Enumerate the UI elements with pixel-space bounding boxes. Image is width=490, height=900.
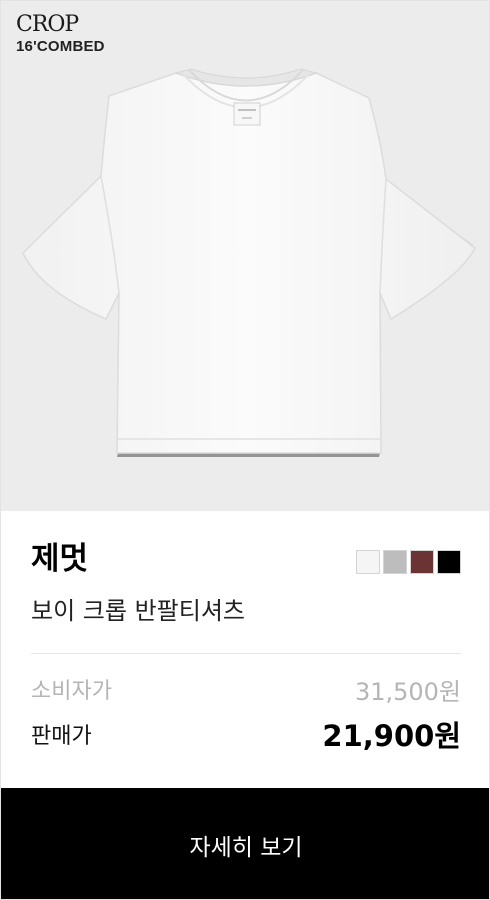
white-tshirt-image[interactable] (1, 1, 490, 511)
color-swatch-white[interactable] (356, 550, 380, 574)
sale-price-value: 21,900원 (322, 719, 461, 753)
color-swatch-brown[interactable] (410, 550, 434, 574)
product-brand: 제멋 (31, 541, 89, 577)
product-image-area[interactable]: CROP 16'COMBED (1, 1, 490, 511)
view-details-button[interactable]: 자세히 보기 (1, 788, 489, 899)
brand-logo-text: CROP (16, 12, 79, 37)
retail-price-value: 31,500원 (354, 677, 461, 706)
color-swatches (356, 550, 461, 574)
product-info: 제멋 보이 크롭 반팔티셔츠 소비자가 31,500원 판매가 21,900원 (1, 511, 489, 788)
sale-price-label: 판매가 (31, 724, 92, 749)
product-name[interactable]: 보이 크롭 반팔티셔츠 (31, 594, 245, 628)
divider (31, 653, 461, 654)
product-card: CROP 16'COMBED 제멋 보이 크롭 반팔티셔츠 소비자가 31,50… (0, 0, 490, 900)
brand-subtitle: 16'COMBED (16, 38, 105, 55)
color-swatch-black[interactable] (437, 550, 461, 574)
sale-price-row: 판매가 21,900원 (31, 714, 461, 754)
color-swatch-gray[interactable] (383, 550, 407, 574)
brand-logo: CROP 16'COMBED (16, 13, 105, 56)
retail-price-row: 소비자가 31,500원 (31, 671, 461, 707)
retail-price-label: 소비자가 (31, 679, 112, 704)
